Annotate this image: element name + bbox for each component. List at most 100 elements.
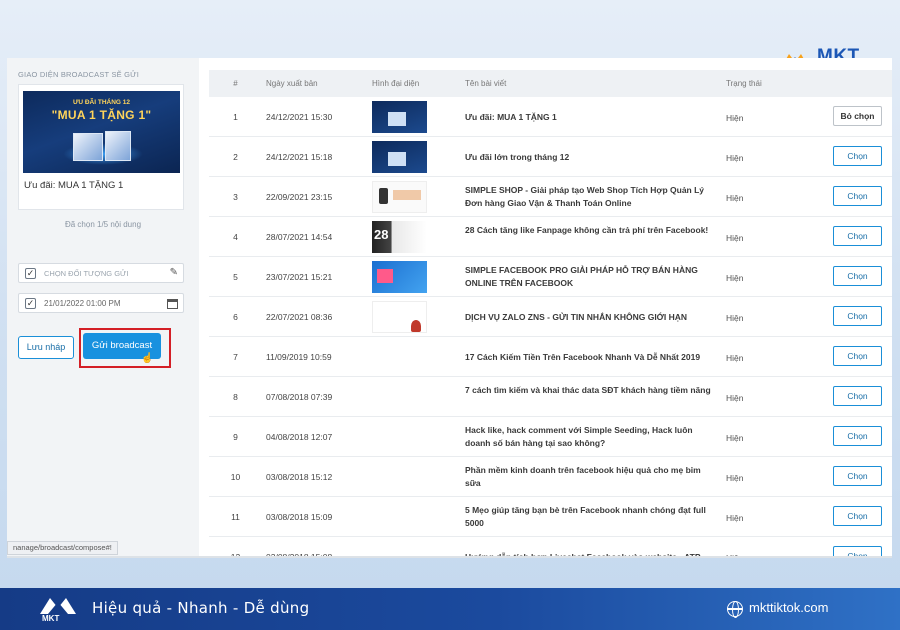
footer-bar: MKT Hiệu quả - Nhanh - Dễ dùng mkttiktok… xyxy=(0,588,900,630)
select-button[interactable]: Chọn xyxy=(833,386,882,406)
row-number: 4 xyxy=(233,232,238,242)
post-thumbnail xyxy=(372,301,427,333)
row-status: Hiện xyxy=(726,233,744,243)
select-button[interactable]: Chọn xyxy=(833,266,882,286)
globe-icon xyxy=(727,601,743,618)
row-number: 3 xyxy=(233,192,238,202)
table-row: 8 07/08/2018 07:39 7 cách tìm kiếm và khai… xyxy=(209,377,892,417)
preview-banner: ƯU ĐÃI THÁNG 12 "MUA 1 TẶNG 1" xyxy=(23,91,180,173)
header-date: Ngày xuất bản xyxy=(266,79,318,88)
datetime-value: 21/01/2022 01:00 PM xyxy=(44,299,121,308)
select-button[interactable]: Chọn xyxy=(833,306,882,326)
row-number: 6 xyxy=(233,312,238,322)
banner-line1: ƯU ĐÃI THÁNG 12 xyxy=(72,99,131,106)
audience-checkbox[interactable]: ✓ xyxy=(25,268,36,279)
row-number: 2 xyxy=(233,152,238,162)
section-title: GIAO DIỆN BROADCAST SẼ GỬI xyxy=(18,70,140,79)
header-image: Hình đại diện xyxy=(372,79,420,88)
row-status: Hiện xyxy=(726,273,744,283)
row-title: Hack like, hack comment với Simple Seedi… xyxy=(465,425,693,448)
table-row: 4 28/07/2021 14:54 28 28 Cách tăng like Fan… xyxy=(209,217,892,257)
header-status: Trạng thái xyxy=(726,79,762,88)
header-num: # xyxy=(233,79,238,88)
save-draft-button[interactable]: Lưu nháp xyxy=(18,336,74,359)
row-status: Hiện xyxy=(726,153,744,163)
row-date: 22/09/2021 23:15 xyxy=(266,192,333,202)
select-button[interactable]: Chọn xyxy=(833,346,882,366)
table-row: 6 22/07/2021 08:36 DỊCH VỤ ZALO ZNS - GỬI … xyxy=(209,297,892,337)
row-status: Hiện xyxy=(726,113,744,123)
row-date: 28/07/2021 14:54 xyxy=(266,232,333,242)
pencil-icon[interactable]: ✎ xyxy=(170,267,178,278)
calendar-icon[interactable] xyxy=(167,298,178,309)
banner-line2: "MUA 1 TẶNG 1" xyxy=(51,108,152,122)
row-date: 11/09/2019 10:59 xyxy=(266,352,332,362)
header-title: Tên bài viết xyxy=(465,79,507,88)
table-row: 3 22/09/2021 23:15 SIMPLE SHOP - Giải pháp… xyxy=(209,177,892,217)
row-number: 11 xyxy=(231,512,240,522)
table-row: 12 03/08/2018 15:08 Hướng dẫn tích hợp Liv… xyxy=(209,537,892,558)
table-row: 1 24/12/2021 15:30 Ưu đãi: MUA 1 TẶNG 1 Hiệ… xyxy=(209,97,892,137)
broadcast-sidebar: GIAO DIỆN BROADCAST SẼ GỬI ƯU ĐÃI THÁNG … xyxy=(7,58,199,558)
row-date: 07/08/2018 07:39 xyxy=(266,392,333,402)
datetime-checkbox[interactable]: ✓ xyxy=(25,298,36,309)
scroll-edge xyxy=(7,556,892,558)
row-date: 03/08/2018 15:09 xyxy=(266,512,333,522)
select-button[interactable]: Chọn xyxy=(833,146,882,166)
select-button[interactable]: Chọn xyxy=(833,466,882,486)
post-thumbnail xyxy=(372,261,427,293)
post-thumbnail xyxy=(372,181,427,213)
table-row: 2 24/12/2021 15:18 Ưu đãi lớn trong tháng … xyxy=(209,137,892,177)
product-box xyxy=(105,131,131,161)
row-date: 24/12/2021 15:18 xyxy=(266,152,333,162)
footer-brand: MKT xyxy=(42,614,60,623)
status-url: nanage/broadcast/compose#! xyxy=(7,541,118,555)
product-box xyxy=(73,133,103,161)
table-row: 10 03/08/2018 15:12 Phần mềm kinh doanh tr… xyxy=(209,457,892,497)
select-button[interactable]: Chọn xyxy=(833,506,882,526)
row-title: Ưu đãi: MUA 1 TẶNG 1 xyxy=(465,112,557,122)
row-status: Hiện xyxy=(726,473,744,483)
table-row: 5 23/07/2021 15:21 SIMPLE FACEBOOK PRO GIẢ… xyxy=(209,257,892,297)
row-title: Phần mềm kinh doanh trên facebook hiệu q… xyxy=(465,465,701,488)
audience-placeholder: CHỌN ĐỐI TƯỢNG GỬI xyxy=(44,269,129,278)
table-body: 1 24/12/2021 15:30 Ưu đãi: MUA 1 TẶNG 1 Hiệ… xyxy=(209,97,892,558)
footer-slogan: Hiệu quả - Nhanh - Dễ dùng xyxy=(92,599,310,617)
row-date: 24/12/2021 15:30 xyxy=(266,112,333,122)
row-title: 7 cách tìm kiếm và khai thác data SĐT kh… xyxy=(465,385,711,395)
selected-count: Đã chọn 1/5 nội dung xyxy=(64,220,142,229)
select-button[interactable]: Chọn xyxy=(833,226,882,246)
hand-cursor-icon: ☝ xyxy=(141,353,154,364)
row-number: 10 xyxy=(230,472,241,482)
deselect-button[interactable]: Bỏ chọn xyxy=(833,106,882,126)
post-thumbnail xyxy=(372,101,427,133)
select-button[interactable]: Chọn xyxy=(833,426,882,446)
row-number: 5 xyxy=(233,272,238,282)
thumbnail-number: 28 xyxy=(374,227,389,242)
row-number: 1 xyxy=(233,112,238,122)
app-window: GIAO DIỆN BROADCAST SẼ GỬI ƯU ĐÃI THÁNG … xyxy=(7,58,892,558)
row-date: 03/08/2018 15:12 xyxy=(266,472,333,482)
select-button[interactable]: Chọn xyxy=(833,186,882,206)
row-date: 23/07/2021 15:21 xyxy=(266,272,333,282)
row-title: 5 Mẹo giúp tăng bạn bè trên Facebook nha… xyxy=(465,505,706,528)
website-text: mkttiktok.com xyxy=(749,600,829,615)
posts-table: # Ngày xuất bản Hình đại diện Tên bài vi… xyxy=(209,70,892,558)
preview-card: ƯU ĐÃI THÁNG 12 "MUA 1 TẶNG 1" Ưu đãi: M… xyxy=(18,84,184,210)
datetime-field[interactable]: ✓ 21/01/2022 01:00 PM xyxy=(18,293,184,313)
table-row: 9 04/08/2018 12:07 Hack like, hack comment… xyxy=(209,417,892,457)
row-date: 04/08/2018 12:07 xyxy=(266,432,333,442)
audience-field[interactable]: ✓ CHỌN ĐỐI TƯỢNG GỬI ✎ xyxy=(18,263,184,283)
row-status: Hiện xyxy=(726,433,744,443)
table-row: 11 03/08/2018 15:09 5 Mẹo giúp tăng bạn bè… xyxy=(209,497,892,537)
table-header: # Ngày xuất bản Hình đại diện Tên bài vi… xyxy=(209,70,892,97)
table-row: 7 11/09/2019 10:59 17 Cách Kiếm Tiền Trên … xyxy=(209,337,892,377)
row-title: 28 Cách tăng like Fanpage không cần trả … xyxy=(465,225,709,235)
row-title: DỊCH VỤ ZALO ZNS - GỬI TIN NHẮN KHÔNG GI… xyxy=(465,312,688,322)
row-number: 7 xyxy=(233,352,238,362)
row-title: Ưu đãi lớn trong tháng 12 xyxy=(465,152,570,162)
row-title: SIMPLE SHOP - Giải pháp tạo Web Shop Tíc… xyxy=(465,185,705,208)
row-title: 17 Cách Kiếm Tiền Trên Facebook Nhanh Và… xyxy=(465,352,701,362)
post-thumbnail xyxy=(372,141,427,173)
row-date: 22/07/2021 08:36 xyxy=(266,312,333,322)
